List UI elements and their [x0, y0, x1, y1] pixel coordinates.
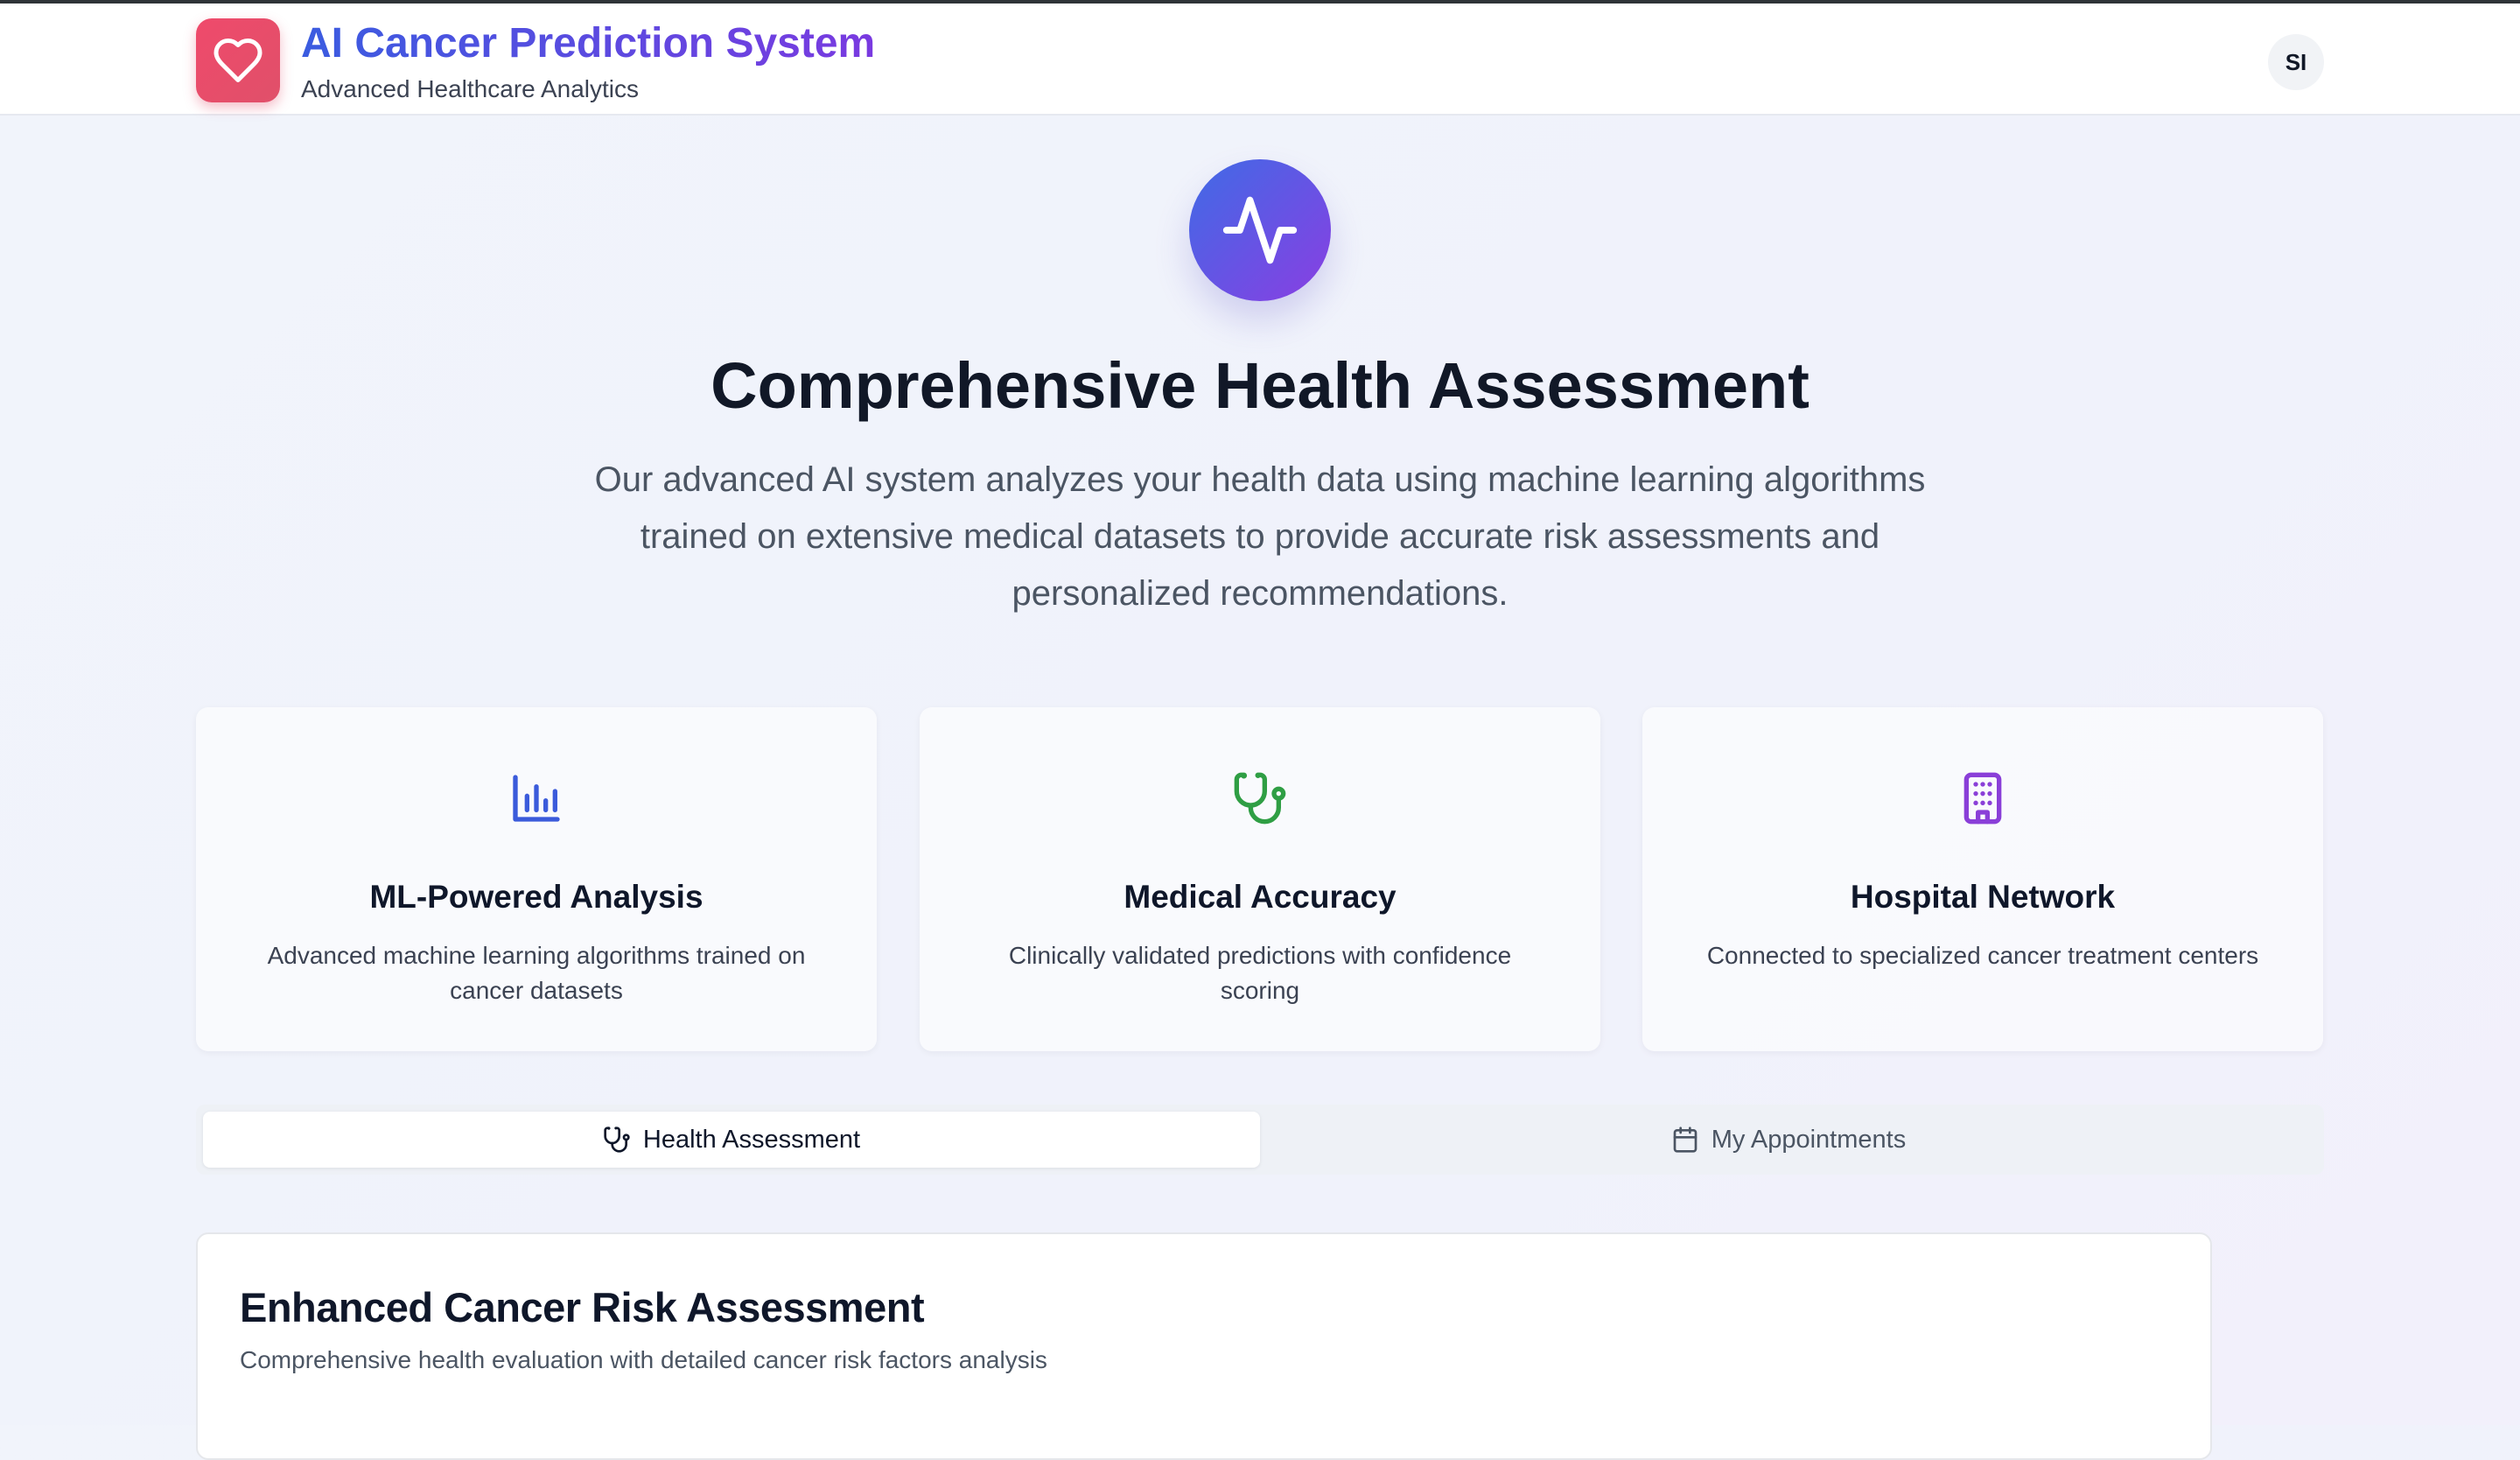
- hospital-building-icon: [1964, 772, 2002, 825]
- tab-label: Health Assessment: [642, 1125, 861, 1154]
- risk-assessment-panel: Enhanced Cancer Risk Assessment Comprehe…: [196, 1232, 2212, 1460]
- app-logo[interactable]: [196, 18, 280, 102]
- feature-title: ML-Powered Analysis: [369, 879, 704, 915]
- stethoscope-icon: [1234, 772, 1286, 825]
- feature-card-medical-accuracy: Medical Accuracy Clinically validated pr…: [920, 707, 1600, 1051]
- panel-subtitle: Comprehensive health evaluation with det…: [240, 1346, 1047, 1373]
- feature-description: Connected to specialized cancer treatmen…: [1706, 942, 2259, 969]
- heart-icon: [214, 39, 262, 82]
- tab-health-assessment[interactable]: Health Assessment: [203, 1112, 1260, 1168]
- user-avatar[interactable]: SI: [2268, 34, 2324, 90]
- main-tabs: Health Assessment My Appointments: [196, 1105, 2324, 1175]
- panel-title: Enhanced Cancer Risk Assessment: [240, 1284, 925, 1330]
- tab-my-appointments[interactable]: My Appointments: [1260, 1112, 2317, 1168]
- hero-title: Comprehensive Health Assessment: [710, 349, 1810, 422]
- stethoscope-icon: [604, 1127, 630, 1153]
- feature-description: Advanced machine learning algorithms tra…: [267, 942, 806, 1004]
- app-title: AI Cancer Prediction System: [301, 20, 876, 67]
- tab-label: My Appointments: [1711, 1125, 1907, 1154]
- feature-title: Medical Accuracy: [1124, 879, 1396, 915]
- bar-chart-icon: [513, 775, 560, 822]
- feature-card-hospital-network: Hospital Network Connected to specialize…: [1642, 707, 2323, 1051]
- feature-card-ml-analysis: ML-Powered Analysis Advanced machine lea…: [196, 707, 877, 1051]
- feature-title: Hospital Network: [1850, 879, 2116, 915]
- app-header: AI Cancer Prediction System Advanced Hea…: [0, 4, 2520, 116]
- hero-activity-badge: [1189, 159, 1331, 301]
- activity-pulse-icon: [1222, 196, 1298, 264]
- calendar-icon: [1673, 1127, 1698, 1153]
- app-subtitle: Advanced Healthcare Analytics: [301, 75, 639, 102]
- feature-description: Clinically validated predictions with co…: [1008, 942, 1512, 1004]
- hero-description: Our advanced AI system analyzes your hea…: [594, 460, 1926, 613]
